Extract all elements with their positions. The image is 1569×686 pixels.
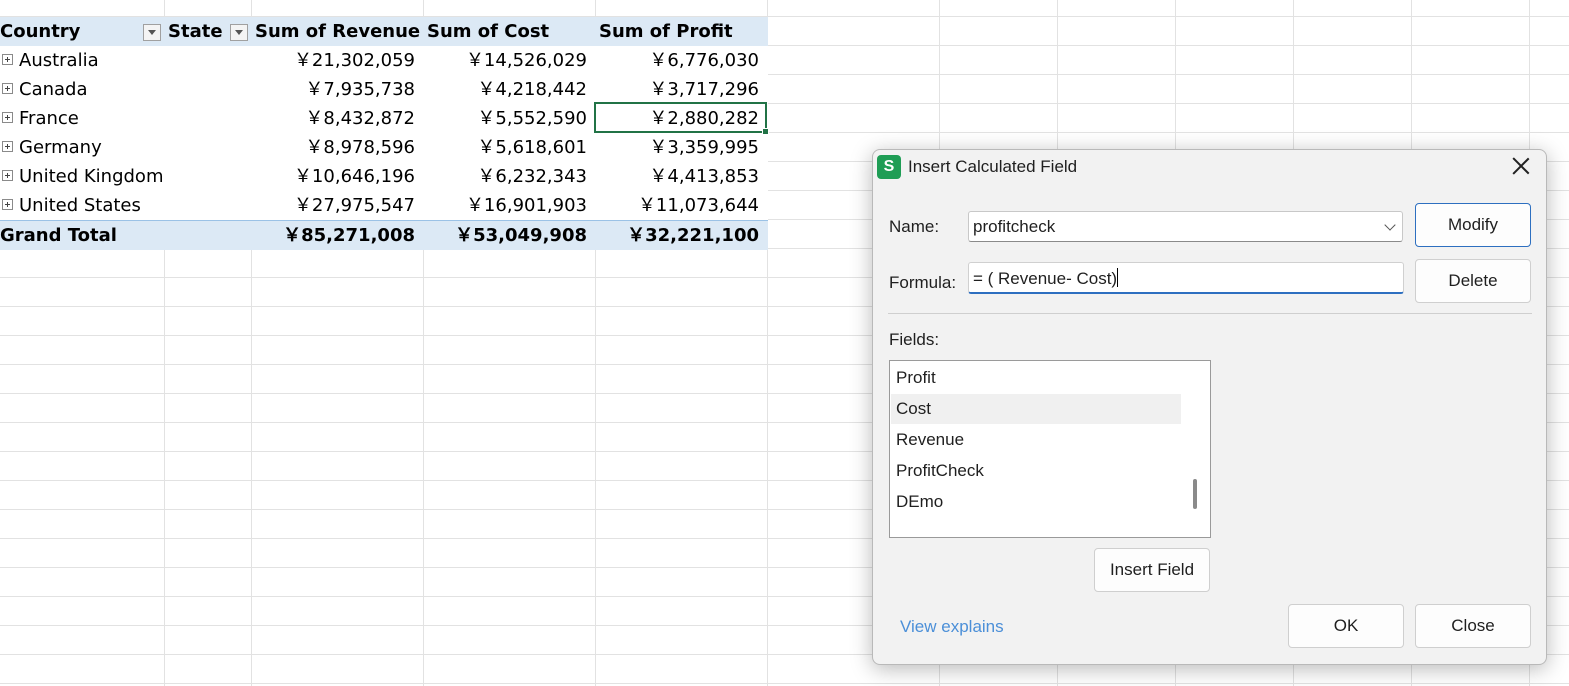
field-item-profit[interactable]: Profit (891, 363, 1181, 393)
pivot-row[interactable]: Australia ￥21,302,059 ￥14,526,029 ￥6,776… (0, 46, 768, 76)
pivot-row[interactable]: France ￥8,432,872 ￥5,552,590 ￥2,880,282 (0, 104, 768, 134)
profit-cell[interactable]: ￥3,359,995 (595, 133, 767, 162)
header-state[interactable]: State (160, 17, 231, 46)
country-name: Australia (19, 50, 99, 71)
profit-cell[interactable]: ￥2,880,282 (595, 104, 767, 133)
row-label[interactable]: United States (0, 191, 200, 220)
expand-icon[interactable] (2, 53, 13, 65)
state-filter-dropdown-icon[interactable] (230, 24, 248, 41)
fields-label: Fields: (889, 330, 940, 349)
country-name: Germany (19, 137, 102, 158)
profit-cell[interactable]: ￥3,717,296 (595, 75, 767, 104)
formula-text: = ( Revenue- Cost) (973, 268, 1119, 289)
revenue-cell[interactable]: ￥8,978,596 (251, 133, 423, 162)
cost-cell[interactable]: ￥16,901,903 (423, 191, 595, 220)
insert-calculated-field-dialog: S Insert Calculated Field Name: profitch… (872, 149, 1547, 665)
header-sum-of-cost[interactable]: Sum of Cost (419, 17, 557, 46)
text-cursor (1117, 268, 1119, 287)
pivot-row[interactable]: United States ￥27,975,547 ￥16,901,903 ￥1… (0, 191, 768, 221)
insert-field-button[interactable]: Insert Field (1094, 548, 1210, 592)
pivot-row[interactable]: Canada ￥7,935,738 ￥4,218,442 ￥3,717,296 (0, 75, 768, 105)
cost-cell[interactable]: ￥6,232,343 (423, 162, 595, 191)
row-label[interactable]: United Kingdom (0, 162, 200, 191)
close-button[interactable]: Close (1415, 604, 1531, 648)
expand-icon[interactable] (2, 111, 13, 123)
chevron-down-icon[interactable] (1384, 219, 1396, 231)
revenue-cell[interactable]: ￥8,432,872 (251, 104, 423, 133)
grand-total-revenue[interactable]: ￥85,271,008 (251, 221, 423, 250)
modify-button[interactable]: Modify (1415, 203, 1531, 247)
field-item-cost[interactable]: Cost (891, 394, 1181, 424)
spreadsheet-app-icon: S (877, 155, 901, 179)
dialog-title: Insert Calculated Field (908, 157, 1078, 176)
delete-button[interactable]: Delete (1415, 259, 1531, 303)
row-label[interactable]: Australia (0, 46, 200, 75)
revenue-cell[interactable]: ￥27,975,547 (251, 191, 423, 220)
close-icon[interactable] (1510, 155, 1532, 177)
field-item-revenue[interactable]: Revenue (891, 425, 1181, 455)
formula-input[interactable]: = ( Revenue- Cost) (968, 262, 1404, 294)
row-label[interactable]: Germany (0, 133, 200, 162)
field-item-profitcheck[interactable]: ProfitCheck (891, 456, 1181, 486)
country-name: France (19, 108, 79, 129)
country-name: Canada (19, 79, 88, 100)
expand-icon[interactable] (2, 82, 13, 94)
view-explains-link[interactable]: View explains (900, 617, 1004, 637)
formula-value: = ( Revenue- Cost) (973, 269, 1118, 288)
grand-total-label[interactable]: Grand Total (0, 221, 125, 250)
header-country[interactable]: Country (0, 17, 88, 46)
pivot-header-row: Country State Sum of Revenue Sum of Cost… (0, 17, 768, 47)
country-name: United Kingdom (19, 166, 164, 187)
pivot-row[interactable]: Germany ￥8,978,596 ￥5,618,601 ￥3,359,995 (0, 133, 768, 163)
cost-cell[interactable]: ￥4,218,442 (423, 75, 595, 104)
name-label: Name: (889, 217, 940, 236)
formula-label: Formula: (889, 273, 957, 292)
country-filter-dropdown-icon[interactable] (143, 24, 161, 41)
header-sum-of-profit[interactable]: Sum of Profit (591, 17, 741, 46)
row-label[interactable]: France (0, 104, 200, 133)
profit-cell[interactable]: ￥4,413,853 (595, 162, 767, 191)
divider (888, 313, 1532, 314)
header-sum-of-revenue[interactable]: Sum of Revenue (247, 17, 428, 46)
fields-listbox[interactable]: Profit Cost Revenue ProfitCheck DEmo (889, 360, 1211, 538)
name-value: profitcheck (973, 217, 1056, 236)
expand-icon[interactable] (2, 169, 13, 181)
name-combobox[interactable]: profitcheck (968, 211, 1403, 242)
grand-total-profit[interactable]: ￥32,221,100 (595, 221, 767, 250)
grand-total-cost[interactable]: ￥53,049,908 (423, 221, 595, 250)
pivot-grand-total-row[interactable]: Grand Total ￥85,271,008 ￥53,049,908 ￥32,… (0, 220, 768, 250)
listbox-scrollbar[interactable] (1193, 479, 1197, 509)
revenue-cell[interactable]: ￥21,302,059 (251, 46, 423, 75)
profit-cell[interactable]: ￥11,073,644 (595, 191, 767, 220)
revenue-cell[interactable]: ￥10,646,196 (251, 162, 423, 191)
revenue-cell[interactable]: ￥7,935,738 (251, 75, 423, 104)
dialog-titlebar[interactable]: S Insert Calculated Field (873, 150, 1546, 186)
expand-icon[interactable] (2, 198, 13, 210)
profit-cell[interactable]: ￥6,776,030 (595, 46, 767, 75)
row-label[interactable]: Canada (0, 75, 200, 104)
ok-button[interactable]: OK (1288, 604, 1404, 648)
expand-icon[interactable] (2, 140, 13, 152)
country-name: United States (19, 195, 141, 216)
field-item-demo[interactable]: DEmo (891, 487, 1181, 517)
cost-cell[interactable]: ￥5,552,590 (423, 104, 595, 133)
pivot-row[interactable]: United Kingdom ￥10,646,196 ￥6,232,343 ￥4… (0, 162, 768, 192)
cost-cell[interactable]: ￥5,618,601 (423, 133, 595, 162)
cost-cell[interactable]: ￥14,526,029 (423, 46, 595, 75)
